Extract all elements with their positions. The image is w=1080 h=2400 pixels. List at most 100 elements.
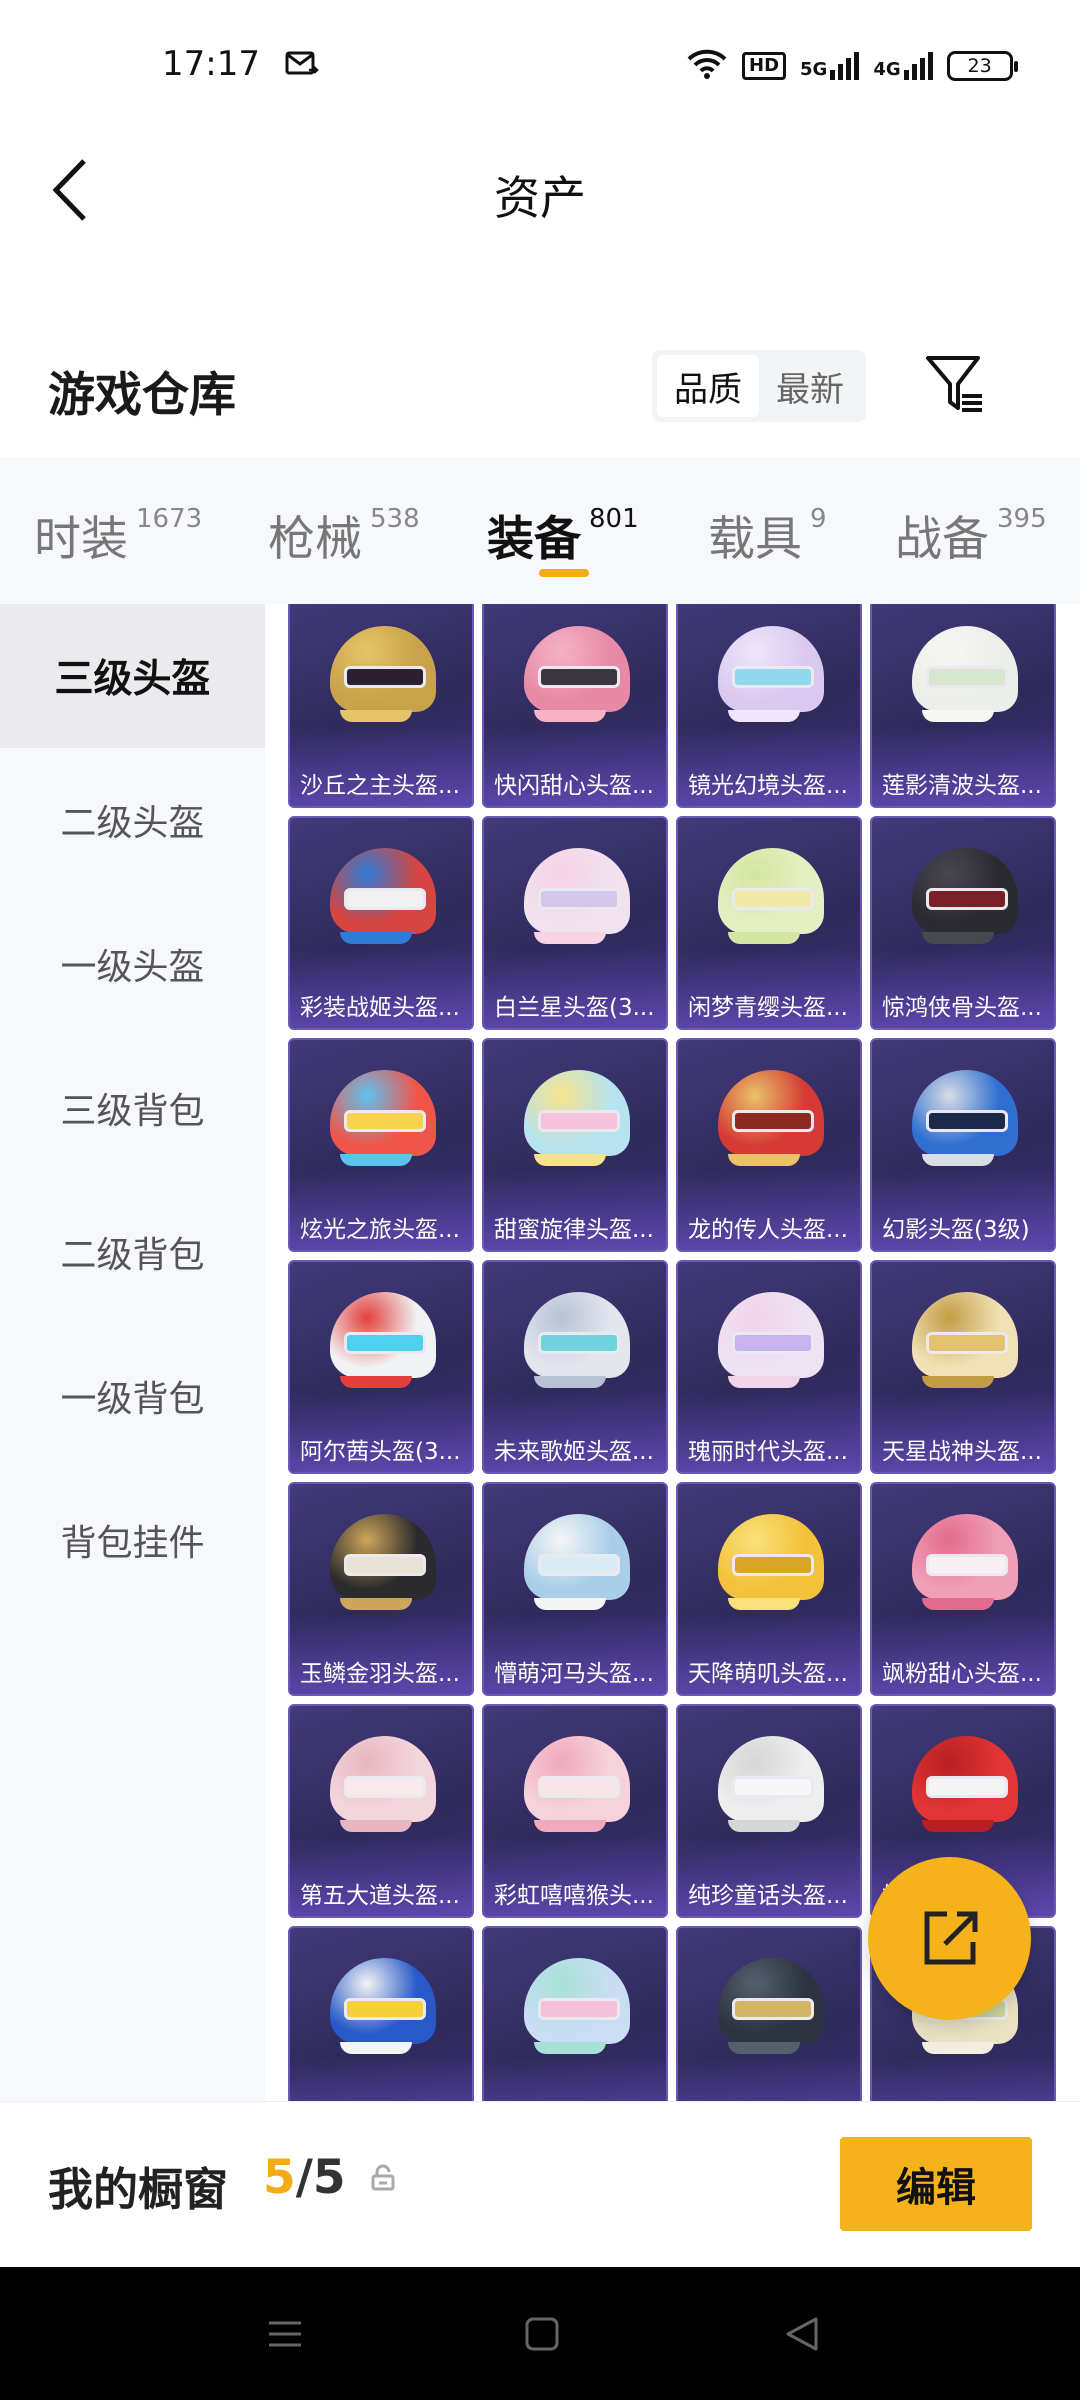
back-icon[interactable] — [780, 2312, 824, 2356]
helmet-rim — [534, 710, 606, 722]
helmet-rim — [728, 1154, 800, 1166]
item-name: 惊鸿侠骨头盔... — [882, 995, 1042, 1021]
item-card[interactable]: 彩装战姬头盔... — [288, 816, 474, 1030]
helmet-visor — [538, 666, 620, 688]
helmet-visor — [344, 1554, 426, 1576]
helmet-image — [906, 840, 1024, 958]
item-card[interactable]: 阿尔茜头盔(3... — [288, 1260, 474, 1474]
sidebar-item-backpack-charm[interactable]: 背包挂件 — [0, 1468, 265, 1612]
signal-5g: 5G — [800, 52, 860, 80]
helmet-image — [906, 1062, 1024, 1180]
helmet-visor — [732, 1998, 814, 2020]
showcase-current: 5 — [263, 2150, 296, 2205]
sidebar-item-level1-helmet[interactable]: 一级头盔 — [0, 892, 265, 1036]
tab-count: 801 — [589, 504, 639, 534]
filter-button[interactable] — [922, 352, 988, 418]
tab-supplies[interactable]: 战备 395 — [895, 500, 1047, 569]
helmet-image — [324, 840, 442, 958]
helmet-image — [712, 1284, 830, 1402]
net-label-4g: 4G — [873, 59, 901, 80]
tab-count: 395 — [997, 504, 1047, 534]
item-card[interactable]: 天星战神头盔... — [870, 1260, 1056, 1474]
helmet-rim — [340, 1154, 412, 1166]
mail-icon — [285, 50, 321, 78]
helmet-visor — [732, 666, 814, 688]
item-card[interactable]: 镜光幻境头盔... — [676, 604, 862, 808]
helmet-rim — [340, 1598, 412, 1610]
lock-icon — [368, 2163, 398, 2193]
home-icon[interactable] — [520, 2312, 564, 2356]
helmet-image — [518, 618, 636, 736]
tab-label: 装备 — [487, 512, 581, 567]
helmet-rim — [340, 1376, 412, 1388]
sidebar-item-level3-backpack[interactable]: 三级背包 — [0, 1036, 265, 1180]
item-name: 未来歌姬头盔... — [494, 1439, 654, 1465]
sidebar-item-level2-backpack[interactable]: 二级背包 — [0, 1180, 265, 1324]
helmet-visor — [538, 1998, 620, 2020]
helmet-image — [324, 1728, 442, 1846]
item-card[interactable]: 快闪甜心头盔... — [482, 604, 668, 808]
tab-vehicles[interactable]: 载具 9 — [708, 500, 827, 569]
status-time: 17:17 — [162, 44, 260, 84]
sort-toggle: 品质 最新 — [652, 350, 866, 422]
item-name: 纯珍童话头盔... — [688, 1883, 848, 1909]
wifi-icon — [686, 48, 728, 84]
item-card[interactable]: 音爆索尼克头... — [288, 1926, 474, 2101]
sort-latest[interactable]: 最新 — [759, 355, 861, 417]
item-card[interactable]: 林间仙鹿头盔... — [482, 1926, 668, 2101]
helmet-image — [518, 1062, 636, 1180]
sidebar-item-level3-helmet[interactable]: 三级头盔 — [0, 604, 265, 748]
item-card[interactable]: 天降萌叽头盔... — [676, 1482, 862, 1696]
sidebar-item-level2-helmet[interactable]: 二级头盔 — [0, 748, 265, 892]
item-card[interactable]: 未来歌姬头盔... — [482, 1260, 668, 1474]
item-name: 瑰丽时代头盔... — [688, 1439, 848, 1465]
item-card[interactable]: 幻影头盔(3级) — [870, 1038, 1056, 1252]
helmet-rim — [534, 1820, 606, 1832]
helmet-rim — [922, 1154, 994, 1166]
tab-fashion[interactable]: 时装 1673 — [34, 500, 202, 569]
item-card[interactable]: 闲梦青缨头盔... — [676, 816, 862, 1030]
helmet-image — [906, 1506, 1024, 1624]
helmet-image — [712, 1062, 830, 1180]
edit-button[interactable]: 编辑 — [840, 2137, 1032, 2231]
item-card[interactable]: 龙的传人头盔... — [676, 1038, 862, 1252]
helmet-visor — [344, 888, 426, 910]
item-card[interactable]: 白兰星头盔(3... — [482, 816, 668, 1030]
helmet-visor — [732, 1332, 814, 1354]
tab-indicator — [539, 569, 589, 577]
helmet-rim — [728, 1598, 800, 1610]
sidebar: 三级头盔 二级头盔 一级头盔 三级背包 二级背包 一级背包 背包挂件 — [0, 604, 265, 2104]
item-card[interactable]: 第五大道头盔... — [288, 1704, 474, 1918]
item-card[interactable]: 甜蜜旋律头盔... — [482, 1038, 668, 1252]
item-card[interactable]: 懵萌河马头盔... — [482, 1482, 668, 1696]
helmet-image — [324, 618, 442, 736]
item-card[interactable]: 惊鸿侠骨头盔... — [870, 816, 1056, 1030]
item-card[interactable]: 莲影清波头盔... — [870, 604, 1056, 808]
helmet-image — [518, 1950, 636, 2068]
menu-icon[interactable] — [263, 2312, 307, 2356]
helmet-image — [906, 618, 1024, 736]
item-card[interactable]: 青容秋雨头盔... — [676, 1926, 862, 2101]
showcase-sep: / — [295, 2150, 313, 2205]
item-name: 玉鳞金羽头盔... — [300, 1661, 460, 1687]
sort-quality[interactable]: 品质 — [657, 355, 759, 417]
item-card[interactable]: 沙丘之主头盔... — [288, 604, 474, 808]
helmet-visor — [538, 1110, 620, 1132]
item-card[interactable]: 彩虹嘻嘻猴头... — [482, 1704, 668, 1918]
item-card[interactable]: 瑰丽时代头盔... — [676, 1260, 862, 1474]
sidebar-item-level1-backpack[interactable]: 一级背包 — [0, 1324, 265, 1468]
tab-guns[interactable]: 枪械 538 — [268, 500, 420, 569]
share-button[interactable] — [868, 1857, 1031, 2020]
item-card[interactable]: 飒粉甜心头盔... — [870, 1482, 1056, 1696]
showcase-label: 我的橱窗 — [48, 2163, 229, 2216]
helmet-visor — [926, 666, 1008, 688]
item-card[interactable]: 玉鳞金羽头盔... — [288, 1482, 474, 1696]
tab-equipment[interactable]: 装备 801 — [487, 500, 639, 569]
tab-label: 枪械 — [268, 512, 362, 567]
helmet-image — [324, 1284, 442, 1402]
item-card[interactable]: 纯珍童话头盔... — [676, 1704, 862, 1918]
helmet-visor — [926, 1110, 1008, 1132]
helmet-rim — [728, 710, 800, 722]
item-card[interactable]: 炫光之旅头盔... — [288, 1038, 474, 1252]
helmet-rim — [922, 1598, 994, 1610]
